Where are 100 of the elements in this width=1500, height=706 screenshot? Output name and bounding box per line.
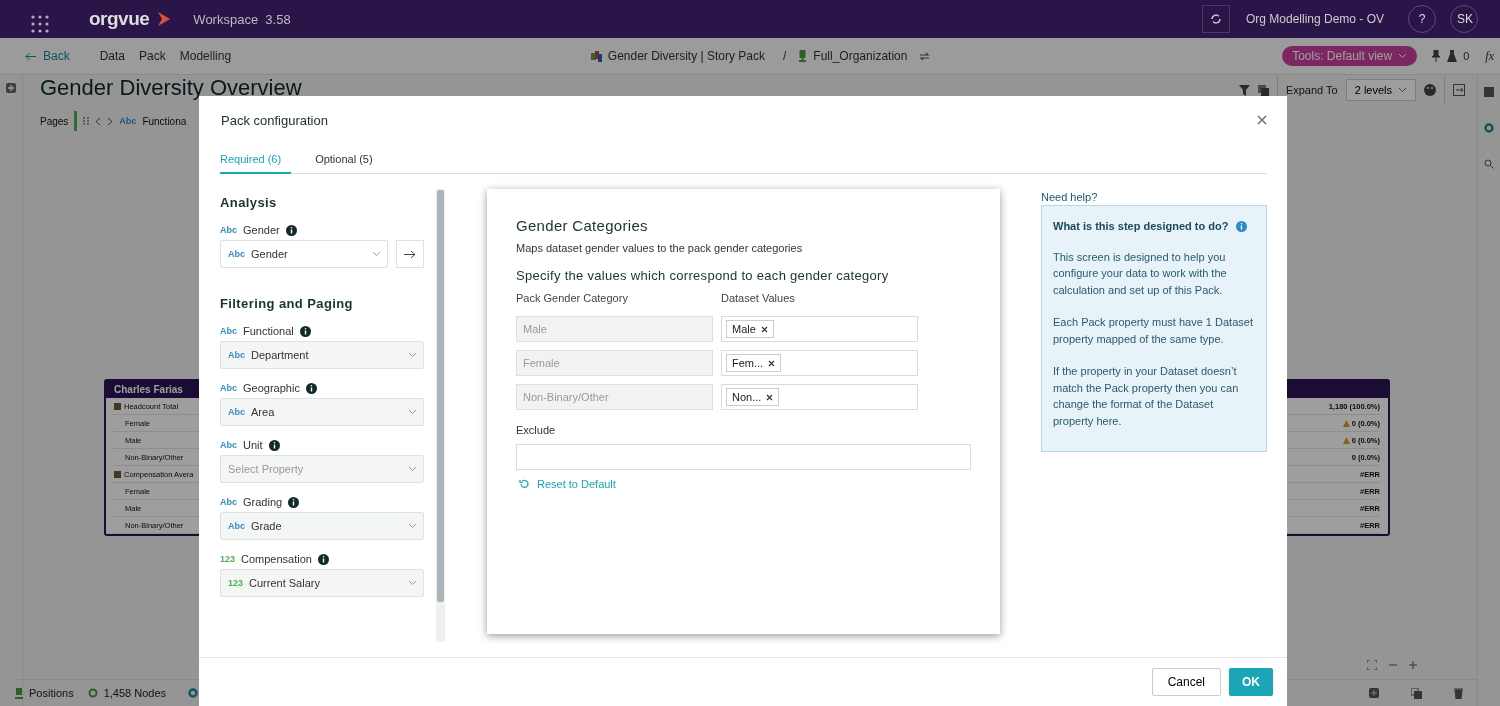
chevron-right-icon[interactable]	[107, 116, 114, 126]
type-tag: Abc	[220, 497, 237, 507]
menu-item[interactable]: Data	[99, 49, 126, 63]
metric-icon	[114, 402, 121, 410]
chevron-down-icon	[408, 523, 417, 529]
position-icon	[15, 687, 23, 699]
remove-icon[interactable]	[760, 325, 768, 333]
section-heading: Filtering and Paging	[220, 296, 354, 311]
pin-icon[interactable]	[1431, 50, 1442, 62]
nodes-count[interactable]: 1,458 Nodes	[103, 687, 167, 699]
positions-label[interactable]: Positions	[29, 687, 74, 699]
formula-button[interactable]: fx	[1485, 48, 1494, 64]
field-label: Unit	[243, 439, 263, 451]
trash-icon[interactable]	[1454, 687, 1463, 699]
flask-icon[interactable]	[1447, 50, 1458, 62]
help-title: What is this step designed to do?	[1053, 219, 1229, 234]
value-chip[interactable]: Non...	[726, 388, 780, 406]
export-icon[interactable]	[1453, 84, 1465, 96]
menu-item[interactable]: Modelling	[179, 49, 232, 63]
help-paragraph: This screen is designed to help you configure your data to work with the calculation and set up of this Pack.	[1053, 249, 1228, 298]
sync-icon[interactable]	[919, 50, 931, 62]
refresh-icon	[1209, 13, 1222, 25]
help-paragraph: Each Pack property must have 1 Dataset property mapped of the same type.	[1053, 315, 1254, 347]
workspace-label: Workspace 3.58	[193, 11, 291, 27]
value-chip[interactable]: Fem...	[726, 354, 782, 372]
page-title: Gender Diversity Overview	[40, 77, 302, 99]
levels-dropdown[interactable]: 2 levels	[1345, 79, 1416, 101]
dataset-name[interactable]: Full_Organization	[813, 49, 908, 63]
type-tag: Abc	[220, 383, 237, 393]
scrollbar[interactable]	[436, 189, 445, 642]
zoom-in-icon[interactable]	[1409, 661, 1417, 669]
page-name[interactable]: Functiona	[142, 115, 187, 127]
info-icon[interactable]	[317, 553, 329, 565]
value-chip[interactable]: Male	[726, 320, 774, 338]
property-select[interactable]: Abc Gender	[220, 240, 388, 268]
category-field: Female	[516, 350, 713, 376]
field-label: Compensation	[241, 553, 312, 565]
info-icon[interactable]	[288, 496, 300, 508]
add-node-icon[interactable]	[1369, 688, 1379, 698]
metric-icon	[114, 470, 121, 478]
chevron-down-icon	[408, 409, 417, 415]
field-label: Functional	[243, 325, 294, 337]
category-field: Non-Binary/Other	[516, 384, 713, 410]
dataset-icon	[798, 50, 808, 62]
map-arrow-button[interactable]	[396, 240, 424, 268]
info-icon[interactable]	[285, 224, 297, 236]
card-subtitle: Maps dataset gender values to the pack gender categories	[516, 242, 804, 254]
property-select[interactable]: 123 Current Salary	[220, 569, 424, 597]
apps-grid-icon[interactable]	[31, 14, 49, 33]
fit-screen-icon[interactable]	[1367, 660, 1377, 670]
values-field[interactable]: Non...	[721, 384, 918, 410]
info-icon[interactable]	[299, 325, 311, 337]
remove-icon[interactable]	[768, 359, 776, 367]
pack-name[interactable]: Gender Diversity | Story Pack	[607, 49, 765, 63]
property-select[interactable]: Abc Area	[220, 398, 424, 426]
exclude-field[interactable]	[516, 444, 971, 470]
property-select[interactable]: Abc Grade	[220, 512, 424, 540]
cancel-button[interactable]: Cancel	[1151, 668, 1221, 696]
nodes-icon	[87, 688, 98, 698]
section-heading: Analysis	[220, 195, 278, 210]
pack-icon	[590, 50, 602, 62]
values-field[interactable]: Male	[721, 316, 918, 342]
column-header: Dataset Values	[721, 292, 796, 304]
remove-icon[interactable]	[766, 393, 774, 401]
warning-icon	[1342, 436, 1350, 444]
column-header: Pack Gender Category	[516, 292, 629, 304]
pages-label: Pages	[40, 115, 69, 127]
warning-icon	[1342, 419, 1350, 427]
card-title: Gender Categories	[516, 217, 649, 234]
layers-icon[interactable]	[1257, 84, 1269, 96]
help-heading: Need help?	[1041, 191, 1099, 203]
project-name[interactable]: Org Modelling Demo - OV	[1245, 12, 1384, 26]
type-tag: 123	[220, 554, 236, 564]
field-label: Geographic	[243, 382, 300, 394]
type-tag: Abc	[220, 326, 237, 336]
close-icon[interactable]	[1257, 115, 1267, 125]
ring-icon[interactable]	[188, 688, 199, 698]
copy-icon[interactable]	[1411, 687, 1422, 699]
search-icon[interactable]	[1484, 159, 1494, 169]
arrow-left-icon	[25, 51, 36, 61]
info-icon[interactable]	[305, 382, 317, 394]
values-field[interactable]: Fem...	[721, 350, 918, 376]
ring-icon[interactable]	[1484, 123, 1494, 133]
breadcrumb-separator: /	[783, 49, 787, 63]
field-label: Gender	[243, 224, 280, 236]
chevron-left-icon[interactable]	[95, 116, 102, 126]
drag-handle-icon[interactable]	[83, 117, 90, 125]
dialog-title: Pack configuration	[221, 112, 328, 128]
add-icon[interactable]	[6, 83, 16, 93]
menu-item[interactable]: Pack	[139, 49, 166, 63]
chevron-down-icon	[408, 466, 417, 472]
tab[interactable]: Optional (5)	[315, 149, 383, 174]
logo-mark-icon	[157, 11, 172, 27]
category-field: Male	[516, 316, 713, 342]
reset-icon	[519, 479, 529, 489]
refresh-button[interactable]	[1201, 5, 1230, 33]
property-select[interactable]: Abc Department	[220, 341, 424, 369]
info-icon[interactable]	[268, 439, 280, 451]
type-tag: Abc	[119, 116, 137, 126]
field-label: Grading	[243, 496, 283, 508]
